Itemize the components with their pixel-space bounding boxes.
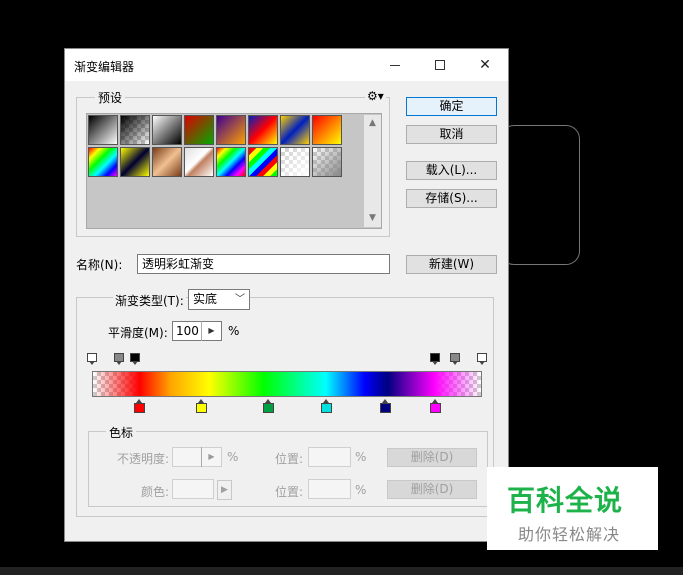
load-button[interactable]: 载入(L)... [406,161,497,180]
opacity-location-unit: % [355,450,367,464]
name-input[interactable]: 透明彩虹渐变 [137,254,390,274]
chevron-down-icon: ﹀ [235,294,245,305]
opacity-label: 不透明度: [117,452,170,466]
preset-swatch[interactable] [248,115,278,145]
delete-opacity-stop-button[interactable]: 删除(D) [387,448,477,467]
opacity-location-input[interactable] [308,447,351,467]
gradient-type-value: 实底 [193,292,218,306]
preset-swatch[interactable] [184,147,214,177]
gradient-bar[interactable] [92,371,482,397]
color-stop-group-label: 色标 [106,424,137,441]
cancel-button[interactable]: 取消 [406,125,497,144]
close-button[interactable]: ✕ [462,49,508,81]
opacity-stop[interactable] [129,353,140,366]
name-label: 名称(N): [76,258,123,272]
save-button[interactable]: 存储(S)... [406,189,497,208]
preset-swatch[interactable] [280,115,310,145]
minimize-button[interactable] [372,49,418,81]
color-label: 颜色: [141,485,170,499]
presets-scrollbar[interactable]: ▲ ▼ [364,115,381,227]
maximize-button[interactable] [417,49,463,81]
smoothness-value: 100 [176,324,199,338]
color-picker-arrow-icon[interactable]: ▶ [217,480,232,500]
minimize-icon [390,64,400,66]
opacity-unit: % [227,450,239,464]
watermark-subtitle: 助你轻松解决 [518,525,621,544]
gradient-editor-dialog: 渐变编辑器 ✕ 预设 ⚙▾ ▲ ▼ 确定 取消 载入(L)... 存储(S)..… [64,48,509,542]
preset-swatch[interactable] [216,115,246,145]
gear-icon[interactable]: ⚙▾ [365,89,386,103]
watermark: 百科全说 助你轻松解决 [487,467,658,550]
color-stop[interactable] [262,399,274,413]
preset-swatch[interactable] [184,115,214,145]
color-stop[interactable] [430,399,442,413]
preset-swatch[interactable] [88,115,118,145]
opacity-stop[interactable] [430,353,441,366]
color-stop[interactable] [133,399,145,413]
scroll-down-icon[interactable]: ▼ [364,210,381,227]
preset-swatch[interactable] [88,147,118,177]
gradient-type-label: 渐变类型(T): [113,292,186,309]
color-swatch[interactable] [172,479,214,499]
color-stop[interactable] [321,399,332,413]
presets-grid: ▲ ▼ [86,113,382,229]
opacity-stop[interactable] [87,353,97,366]
preset-swatch[interactable] [120,115,150,145]
ok-button[interactable]: 确定 [406,97,497,116]
maximize-icon [435,60,445,70]
preset-swatch[interactable] [216,147,246,177]
preset-swatch[interactable] [312,115,342,145]
preset-swatch[interactable] [312,147,342,177]
color-location-unit: % [355,483,367,497]
close-icon: ✕ [479,57,491,73]
smoothness-input[interactable]: 100 ▶ [172,321,222,341]
presets-label: 预设 [95,89,126,106]
color-stop[interactable] [379,399,391,413]
background-glyph [505,120,595,270]
color-location-input[interactable] [308,479,351,499]
smoothness-label: 平滑度(M): [108,326,168,340]
scroll-up-icon[interactable]: ▲ [364,115,381,132]
preset-swatch[interactable] [280,147,310,177]
color-location-label: 位置: [275,485,304,499]
taskbar-edge [0,567,683,575]
opacity-location-label: 位置: [275,452,304,466]
opacity-stop[interactable] [477,353,487,366]
opacity-stop[interactable] [449,353,460,366]
preset-swatch[interactable] [120,147,150,177]
new-button[interactable]: 新建(W) [406,255,497,274]
presets-group: 预设 ⚙▾ ▲ ▼ [76,89,390,237]
watermark-title: 百科全说 [507,484,624,517]
gradient-type-select[interactable]: 实底 ﹀ [188,289,250,310]
color-stop[interactable] [196,399,208,413]
title-bar[interactable]: 渐变编辑器 ✕ [65,49,508,81]
preset-swatch[interactable] [152,115,182,145]
opacity-stop[interactable] [114,353,125,366]
opacity-input[interactable]: ▶ [172,447,222,467]
smoothness-stepper-icon[interactable]: ▶ [201,321,221,341]
opacity-stepper-icon[interactable]: ▶ [201,447,221,467]
preset-swatch[interactable] [248,147,278,177]
preset-swatch[interactable] [152,147,182,177]
delete-color-stop-button[interactable]: 删除(D) [387,480,477,499]
dialog-title: 渐变编辑器 [74,60,135,74]
smoothness-unit: % [228,324,240,338]
